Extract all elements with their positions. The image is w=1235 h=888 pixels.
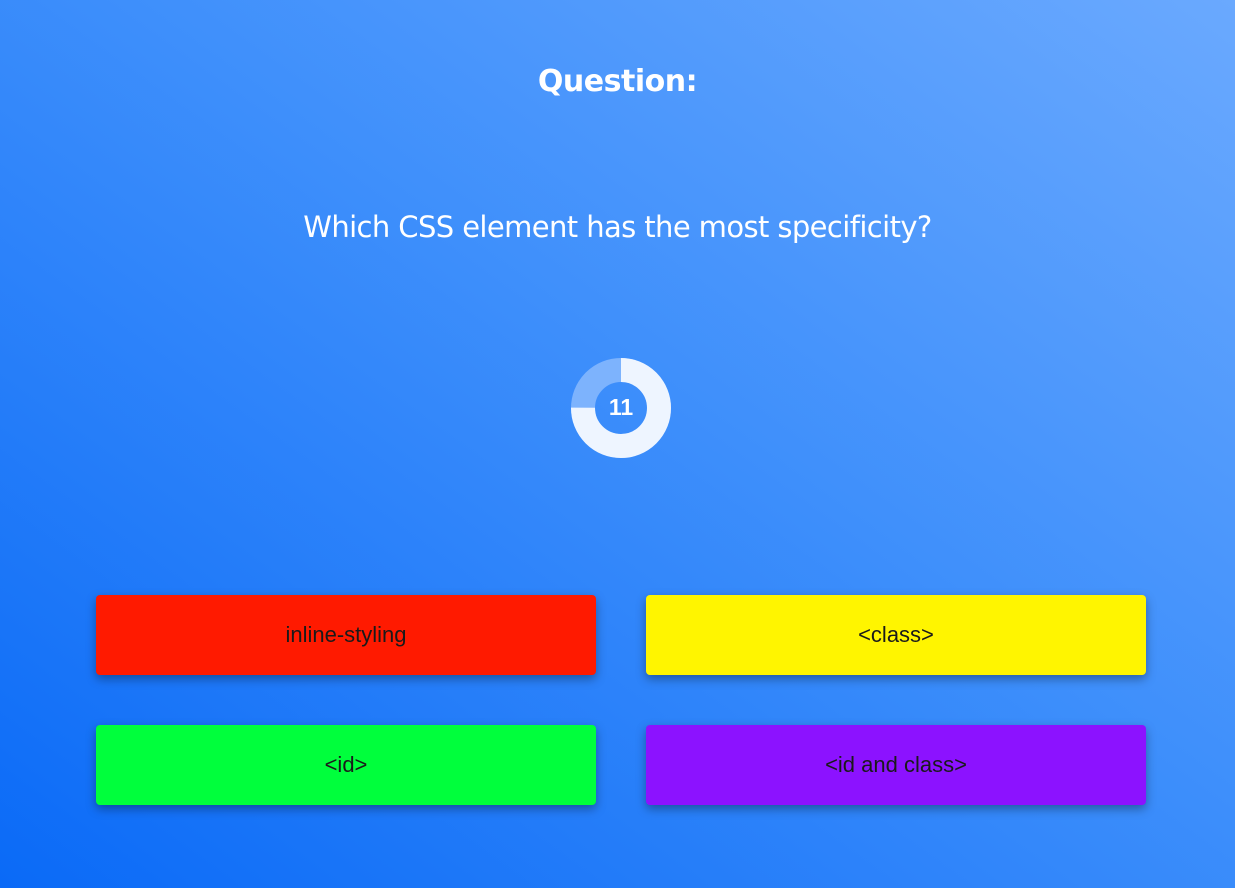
answer-button-inline-styling[interactable]: inline-styling (96, 595, 596, 675)
countdown-timer: 11 (571, 358, 671, 458)
answer-button-id[interactable]: <id> (96, 725, 596, 805)
timer-value: 11 (608, 394, 634, 420)
answer-button-id-and-class[interactable]: <id and class> (646, 725, 1146, 805)
question-text: Which CSS element has the most specifici… (303, 210, 932, 244)
answer-label: <id> (324, 752, 368, 777)
answer-button-class[interactable]: <class> (646, 595, 1146, 675)
answer-label: <id and class> (825, 752, 967, 777)
answer-label: <class> (858, 622, 934, 647)
answer-label: inline-styling (285, 622, 407, 647)
page-title: Question: (537, 64, 698, 99)
